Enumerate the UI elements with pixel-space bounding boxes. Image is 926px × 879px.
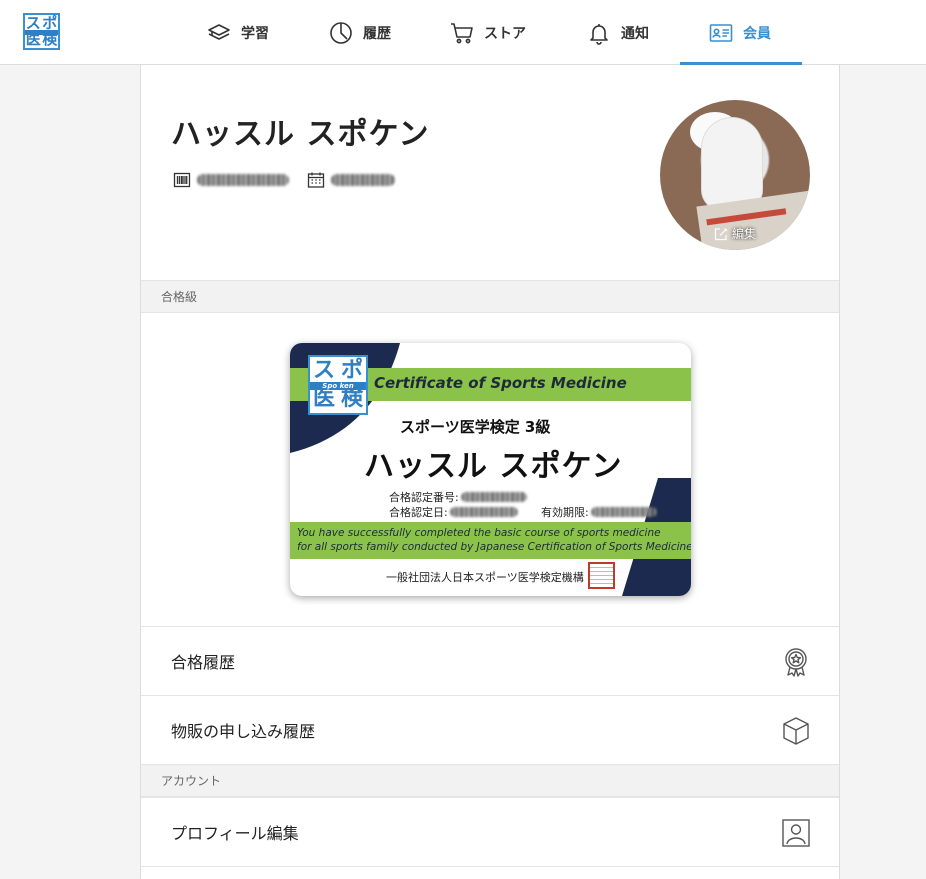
certificate-issuer: 一般社団法人日本スポーツ医学検定機構: [386, 571, 584, 584]
nav-item-label: 通知: [621, 25, 649, 42]
certificate-seal-stamp: [588, 562, 615, 589]
user-profile-icon: [782, 819, 810, 847]
nav-item-label: ストア: [484, 25, 526, 42]
profile-avatar[interactable]: 編集: [660, 100, 810, 250]
logo-band: [25, 30, 58, 35]
certificate-title: Certificate of Sports Medicine: [374, 374, 627, 392]
certificate-grade: スポーツ医学検定 3級: [400, 418, 551, 436]
avatar-mascot-body: [702, 118, 762, 210]
redacted-member-number: [197, 174, 289, 186]
nav-item-label: 履歴: [363, 25, 391, 42]
nav-item-label: 学習: [241, 25, 269, 42]
cert-number-label: 合格認定番号:: [389, 491, 459, 504]
purchase-history-label: 物販の申し込み履歴: [171, 722, 316, 741]
profile-edit-row[interactable]: プロフィール編集: [141, 797, 839, 866]
profile-name: ハッスル スポケン: [171, 117, 430, 152]
redacted-date: [331, 174, 395, 186]
redacted-cert-number: [460, 492, 527, 502]
redacted-cert-date: [449, 507, 518, 517]
next-row-partial[interactable]: [141, 866, 839, 879]
award-medal-icon: [785, 648, 807, 677]
pass-history-row[interactable]: 合格履歴: [141, 626, 839, 695]
nav-item-notify[interactable]: 通知: [587, 0, 649, 65]
nav-item-history[interactable]: 履歴: [329, 0, 391, 65]
certificate-holder-name: ハッスル スポケン: [364, 449, 623, 484]
pass-history-label: 合格履歴: [171, 653, 236, 672]
badge-char: ポ: [340, 358, 363, 383]
cert-date-label: 合格認定日:: [389, 506, 448, 519]
section-header-passed-grade: 合格級: [141, 280, 839, 313]
profile-edit-label: プロフィール編集: [171, 824, 299, 843]
section-header-account: アカウント: [141, 764, 839, 797]
box-icon: [783, 717, 809, 745]
avatar-edit-button[interactable]: 編集: [660, 225, 810, 242]
barcode-icon: [173, 172, 191, 188]
top-navigation-bar: ス ポ 医 検 学習 履歴 ストア 通知 会員: [0, 0, 926, 65]
app-logo[interactable]: ス ポ 医 検: [23, 13, 60, 50]
certificate-card[interactable]: Certificate of Sports Medicine Spo ken ス…: [290, 343, 691, 596]
redacted-expiry: [590, 507, 657, 517]
cert-number-field: 合格認定番号:: [389, 489, 527, 505]
nav-item-store[interactable]: ストア: [450, 0, 526, 65]
certificate-badge-logo: Spo ken ス ポ 医 検: [308, 355, 368, 415]
cert-expiry-label: 有効期限:: [541, 506, 589, 519]
certificate-message-line2: for all sports family conducted by Japan…: [297, 541, 691, 553]
nav-item-member[interactable]: 会員: [709, 0, 771, 65]
member-id: [173, 171, 289, 189]
nav-item-label: 会員: [743, 25, 771, 42]
nav-item-learn[interactable]: 学習: [207, 0, 269, 65]
member-page: ハッスル スポケン 編集 合格級 Certificate of Sports M…: [140, 65, 840, 879]
member-date: [307, 171, 395, 189]
layers-icon: [208, 23, 230, 40]
id-card-icon: [709, 23, 733, 42]
cert-expiry-field: 有効期限:: [541, 504, 657, 520]
cart-icon: [451, 22, 473, 43]
calendar-icon: [307, 172, 325, 188]
certificate-message-line1: You have successfully completed the basi…: [297, 527, 661, 539]
badge-char: ス: [312, 358, 335, 383]
badge-band: Spo ken: [310, 382, 366, 390]
avatar-edit-label: 編集: [731, 227, 756, 241]
purchase-history-row[interactable]: 物販の申し込み履歴: [141, 695, 839, 764]
edit-icon: [714, 227, 728, 240]
clock-icon: [330, 21, 352, 44]
bell-icon: [590, 23, 608, 45]
cert-date-field: 合格認定日:: [389, 504, 518, 520]
